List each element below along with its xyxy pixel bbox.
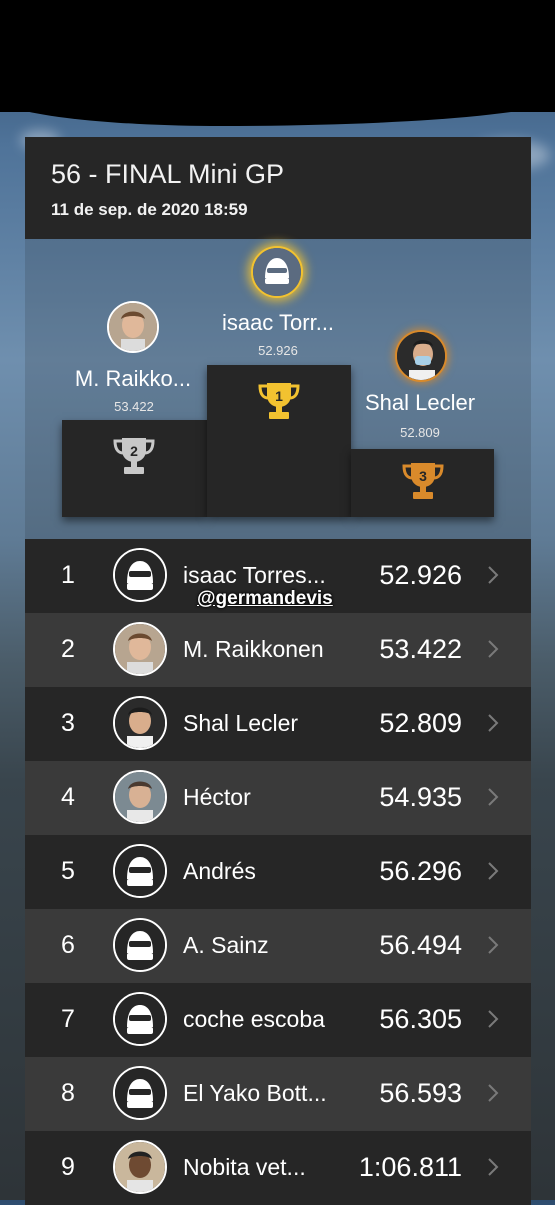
result-rank: 6	[61, 931, 75, 959]
driver-avatar	[113, 696, 167, 750]
result-driver-name: isaac Torres...	[183, 562, 326, 588]
chevron-right-icon[interactable]	[487, 787, 499, 812]
result-row[interactable]: 4 Héctor 54.935	[25, 761, 531, 835]
podium-third-avatar[interactable]	[395, 330, 447, 382]
result-driver-name: Héctor	[183, 784, 251, 810]
podium-third-name: Shal Lecler	[364, 390, 476, 415]
result-row[interactable]: 8 El Yako Bott... 56.593	[25, 1057, 531, 1131]
result-lap-time: 56.305	[379, 1004, 462, 1034]
podium-first-avatar[interactable]	[251, 246, 303, 298]
trophy-silver-icon: 2	[113, 438, 155, 474]
result-driver-name: Andrés	[183, 858, 256, 884]
chevron-right-icon[interactable]	[487, 565, 499, 590]
result-lap-time: 56.494	[379, 930, 462, 960]
redacted-status-area	[0, 0, 555, 126]
result-row[interactable]: 6 A. Sainz 56.494	[25, 909, 531, 983]
driver-avatar	[113, 918, 167, 972]
result-driver-name: A. Sainz	[183, 932, 269, 958]
race-header: 56 - FINAL Mini GP 11 de sep. de 2020 18…	[25, 137, 531, 239]
driver-photo	[397, 332, 445, 380]
result-driver-name: Nobita vet...	[183, 1154, 306, 1180]
driver-avatar	[113, 1140, 167, 1194]
driver-photo	[115, 1142, 165, 1192]
result-lap-time: 52.926	[379, 560, 462, 590]
driver-avatar	[113, 844, 167, 898]
driver-avatar	[113, 1066, 167, 1120]
chevron-right-icon[interactable]	[487, 861, 499, 886]
podium-first-name: isaac Torr...	[221, 310, 335, 335]
result-row[interactable]: 2 M. Raikkonen 53.422	[25, 613, 531, 687]
trophy-bronze-icon: 3	[402, 463, 444, 499]
driver-avatar	[113, 622, 167, 676]
podium-second-name: M. Raikko...	[74, 366, 192, 391]
podium-second-avatar[interactable]	[107, 301, 159, 353]
helmet-icon	[115, 550, 165, 600]
result-lap-time: 52.809	[379, 708, 462, 738]
helmet-icon	[115, 920, 165, 970]
helmet-icon	[115, 1068, 165, 1118]
trophy-number: 3	[419, 468, 427, 484]
trophy-gold-icon: 1	[258, 383, 300, 419]
result-rank: 9	[61, 1153, 75, 1181]
result-lap-time: 53.422	[379, 634, 462, 664]
helmet-icon	[253, 248, 301, 296]
watermark-text: @germandevis	[197, 588, 333, 609]
chevron-right-icon[interactable]	[487, 639, 499, 664]
result-rank: 1	[61, 561, 75, 589]
driver-avatar	[113, 548, 167, 602]
chevron-right-icon[interactable]	[487, 713, 499, 738]
chevron-right-icon[interactable]	[487, 1157, 499, 1182]
race-date: 11 de sep. de 2020 18:59	[51, 200, 248, 219]
helmet-icon	[115, 994, 165, 1044]
driver-photo	[115, 772, 165, 822]
podium-first-block: 1	[207, 365, 351, 517]
podium-first-time: 52.926	[258, 343, 298, 358]
result-driver-name: El Yako Bott...	[183, 1080, 327, 1106]
driver-photo	[115, 698, 165, 748]
chevron-right-icon[interactable]	[487, 935, 499, 960]
result-lap-time: 56.593	[379, 1078, 462, 1108]
driver-avatar	[113, 770, 167, 824]
trophy-number: 2	[130, 443, 138, 459]
driver-photo	[109, 303, 157, 351]
result-driver-name: Shal Lecler	[183, 710, 299, 736]
helmet-icon	[115, 846, 165, 896]
result-row[interactable]: 5 Andrés 56.296	[25, 835, 531, 909]
trophy-number: 1	[275, 388, 283, 404]
podium-second-block: 2	[62, 420, 207, 517]
result-driver-name: coche escoba	[183, 1006, 325, 1032]
result-rank: 5	[61, 857, 75, 885]
result-rank: 7	[61, 1005, 75, 1033]
race-title: 56 - FINAL Mini GP	[51, 159, 285, 189]
result-rank: 8	[61, 1079, 75, 1107]
result-row[interactable]: 3 Shal Lecler 52.809	[25, 687, 531, 761]
podium-third-block: 3	[351, 449, 494, 517]
result-row[interactable]: 9 Nobita vet... 1:06.811	[25, 1131, 531, 1205]
podium: isaac Torr... 52.926 M. Raikko... 53.422…	[25, 239, 531, 539]
result-rank: 4	[61, 783, 75, 811]
result-driver-name: M. Raikkonen	[183, 636, 324, 662]
driver-photo	[115, 624, 165, 674]
result-lap-time: 1:06.811	[358, 1152, 462, 1182]
result-lap-time: 56.296	[379, 856, 462, 886]
podium-third-time: 52.809	[400, 425, 440, 440]
result-rank: 3	[61, 709, 75, 737]
result-rank: 2	[61, 635, 75, 663]
chevron-right-icon[interactable]	[487, 1083, 499, 1108]
driver-avatar	[113, 992, 167, 1046]
chevron-right-icon[interactable]	[487, 1009, 499, 1034]
result-row[interactable]: 7 coche escoba 56.305	[25, 983, 531, 1057]
result-lap-time: 54.935	[379, 782, 462, 812]
podium-second-time: 53.422	[114, 399, 154, 414]
